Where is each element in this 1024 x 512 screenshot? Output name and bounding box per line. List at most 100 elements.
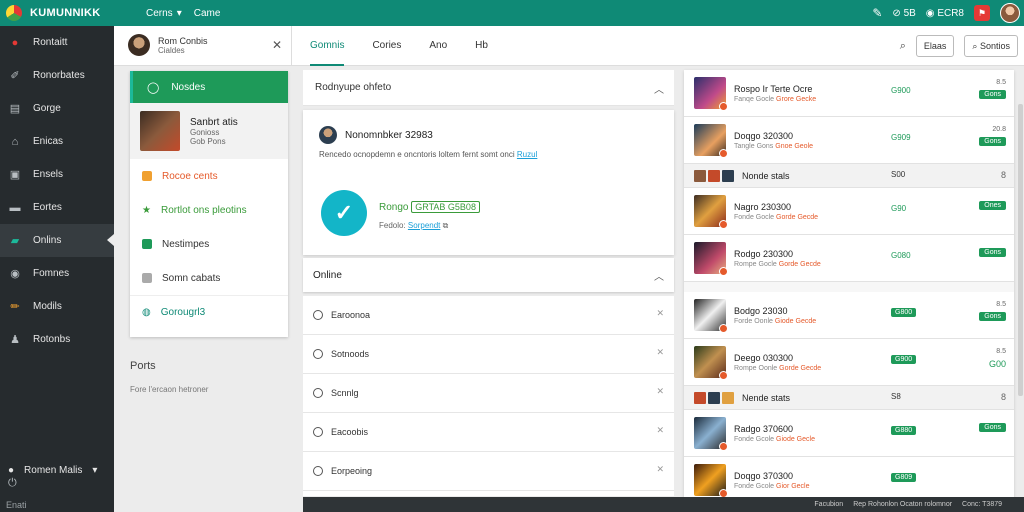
sidebar-item-label: Rotonbs: [33, 334, 71, 345]
tab-ano[interactable]: Ano: [429, 26, 447, 66]
thumbnail: [694, 195, 728, 229]
sidebar-item-4[interactable]: ▣ Ensels: [0, 158, 114, 191]
list-item[interactable]: Eorpeoing ✕: [303, 452, 674, 491]
feed-item-title: Radgo 370600: [734, 423, 794, 434]
nav-card-item[interactable]: Somn cabats: [130, 261, 288, 295]
top-menu-came[interactable]: Came: [194, 8, 221, 19]
sidebar-item-2[interactable]: ▤ Gorge: [0, 92, 114, 125]
tool-icon[interactable]: ✎: [872, 6, 882, 20]
close-icon[interactable]: ✕: [272, 38, 282, 52]
circle-icon: [313, 349, 323, 359]
section-header[interactable]: Rodnyupe ohfeto ︿: [303, 70, 674, 106]
sidebar-item-0[interactable]: ● Rontaitt: [0, 26, 114, 59]
close-icon[interactable]: ✕: [656, 386, 664, 397]
feed-item-score: S8: [891, 392, 901, 401]
status-detail-prefix: Fedolo:: [379, 221, 406, 230]
close-icon[interactable]: ✕: [656, 425, 664, 436]
feed-item-compact[interactable]: Nende stats S8 8: [684, 386, 1014, 410]
close-icon[interactable]: ✕: [656, 347, 664, 358]
status-badge[interactable]: Gons: [979, 312, 1006, 321]
user-avatar[interactable]: [1000, 3, 1020, 23]
status-detail-link[interactable]: Sorpendt: [408, 221, 440, 230]
feed-item-sub: Rompe Gocle: [734, 260, 777, 268]
sub-header: Rom Conbis Cialdes ✕ Gomnis Cories Ano H…: [114, 26, 1024, 66]
feed-scrollbar[interactable]: [1018, 104, 1023, 396]
feed-item-extra: G00: [988, 359, 1006, 369]
feed-item[interactable]: Deego 030300 Rompe Oonle Gorde Gecde G900…: [684, 339, 1014, 386]
description-link[interactable]: Ruzul: [517, 150, 537, 159]
nav-card-header[interactable]: ◯ Nosdes: [130, 71, 288, 103]
tab-hb[interactable]: Hb: [475, 26, 488, 66]
feed-item[interactable]: Bodgo 23030 Forde Oonle Giode Gecde G800 …: [684, 292, 1014, 339]
search-button[interactable]: Elaas: [915, 35, 955, 57]
power-icon[interactable]: ⏻: [8, 477, 17, 490]
list-item-label: Earoonoa: [331, 310, 371, 320]
chevron-up-icon[interactable]: ︿: [654, 81, 664, 96]
sidebar-item-5[interactable]: ▬ Eortes: [0, 191, 114, 224]
sidebar-item-1[interactable]: ✐ Ronorbates: [0, 59, 114, 92]
status-badge[interactable]: Ones: [979, 201, 1006, 210]
online-header[interactable]: Online ︿: [303, 258, 674, 292]
feed-item-tag: Gior Gecle: [776, 482, 810, 490]
nav-card-item[interactable]: ◍ Gorougrl3: [130, 295, 288, 329]
status-badge[interactable]: Gons: [979, 248, 1006, 257]
search-icon[interactable]: ⌕: [900, 40, 906, 53]
top-menu-cerns[interactable]: Cerns ▾: [146, 8, 182, 19]
feed-panel: Rospo Ir Terte Ocre Fanqe Gocle Grore Gec…: [684, 70, 1014, 500]
feed-item[interactable]: Nagro 230300 Fonde Gocle Gorde Gecde G90 …: [684, 188, 1014, 235]
list-item[interactable]: Eacoobis ✕: [303, 413, 674, 452]
alert-button[interactable]: ⚑: [974, 5, 990, 21]
footer-bar: Facubion Rep Rohonlon Ocaton rolomnor Co…: [303, 497, 1024, 512]
feed-item-meta: 8.5 Gons: [979, 79, 1006, 99]
tab-gomnis[interactable]: Gomnis: [310, 26, 345, 66]
app-logo-icon[interactable]: [6, 5, 22, 21]
feed-item-tag: Gorde Gecde: [778, 260, 821, 268]
sidebar-item-6[interactable]: ▰ Onlins: [0, 224, 114, 257]
feed-item[interactable]: Rospo Ir Terte Ocre Fanqe Gocle Grore Gec…: [684, 70, 1014, 117]
chevron-down-icon: ▾: [176, 7, 182, 19]
sidebar-item-label: Enicas: [33, 136, 64, 147]
nav-card-item[interactable]: Rocoe cents: [130, 159, 288, 193]
sidebar-item-7[interactable]: ◉ Fomnes: [0, 257, 114, 290]
feed-item[interactable]: Doqgo 320300 Tangle Gons Gnoe Geole G909 …: [684, 117, 1014, 164]
feed-item-score: G900: [891, 86, 911, 95]
status-line: Rongo GRTAB G5B08: [379, 201, 480, 213]
feed-item-compact[interactable]: Nonde stals S00 8: [684, 164, 1014, 188]
status-counter[interactable]: ◉ ECR8: [926, 8, 964, 19]
nav-card-item[interactable]: Nestimpes: [130, 227, 288, 261]
pencil-icon: ✏: [10, 301, 20, 313]
sidebar-item-9[interactable]: ♟ Rotonbs: [0, 323, 114, 356]
copy-icon[interactable]: ⧉: [443, 221, 449, 230]
sidebar-item-8[interactable]: ✏ Modils: [0, 290, 114, 323]
list-item[interactable]: Scnnlg ✕: [303, 374, 674, 413]
account-menu[interactable]: ● Romen Malis ▾: [0, 465, 114, 476]
settings-button-label: Sontios: [979, 41, 1010, 51]
chevron-up-icon[interactable]: ︿: [654, 268, 664, 283]
user-chip[interactable]: Rom Conbis Cialdes: [128, 34, 208, 56]
notification-counter[interactable]: ⊘ 5B: [892, 8, 915, 19]
status-label: ECR8: [937, 7, 964, 19]
feed-item[interactable]: Doqgo 370300 Fonde Gcole Gior Gecle G809: [684, 457, 1014, 500]
feed-item-sub: Tangle Gons: [734, 142, 774, 150]
status-badge[interactable]: Gons: [979, 423, 1006, 432]
feed-item-score: G909: [891, 133, 911, 142]
section-title: Rodnyupe ohfeto: [315, 82, 392, 93]
sidebar-item-3[interactable]: ⌂ Enicas: [0, 125, 114, 158]
profile-summary[interactable]: Sanbrt atis Gonioss Gob Pons: [130, 103, 288, 159]
tab-cories[interactable]: Cories: [372, 26, 401, 66]
list-item[interactable]: Earoonoa ✕: [303, 296, 674, 335]
avatar: [128, 34, 150, 56]
sidebar-item-label: Onlins: [33, 235, 62, 246]
settings-button[interactable]: ⌕ Sontios: [964, 35, 1018, 57]
feed-item-title: Rospo Ir Terte Ocre: [734, 83, 813, 94]
close-icon[interactable]: ✕: [656, 308, 664, 319]
status-badge[interactable]: Gons: [979, 90, 1006, 99]
nav-card-item-label: Somn cabats: [162, 272, 221, 284]
profile-sub: Gob Pons: [190, 136, 226, 146]
nav-card-item[interactable]: ★ Rortlot ons pleotins: [130, 193, 288, 227]
close-icon[interactable]: ✕: [656, 464, 664, 475]
feed-item[interactable]: Rodgo 230300 Rompe Gocle Gorde Gecde G080…: [684, 235, 1014, 282]
status-badge[interactable]: Gons: [979, 137, 1006, 146]
list-item[interactable]: Sotnoods ✕: [303, 335, 674, 374]
feed-item[interactable]: Radgo 370600 Fonde Gcole Giode Gecle G880…: [684, 410, 1014, 457]
